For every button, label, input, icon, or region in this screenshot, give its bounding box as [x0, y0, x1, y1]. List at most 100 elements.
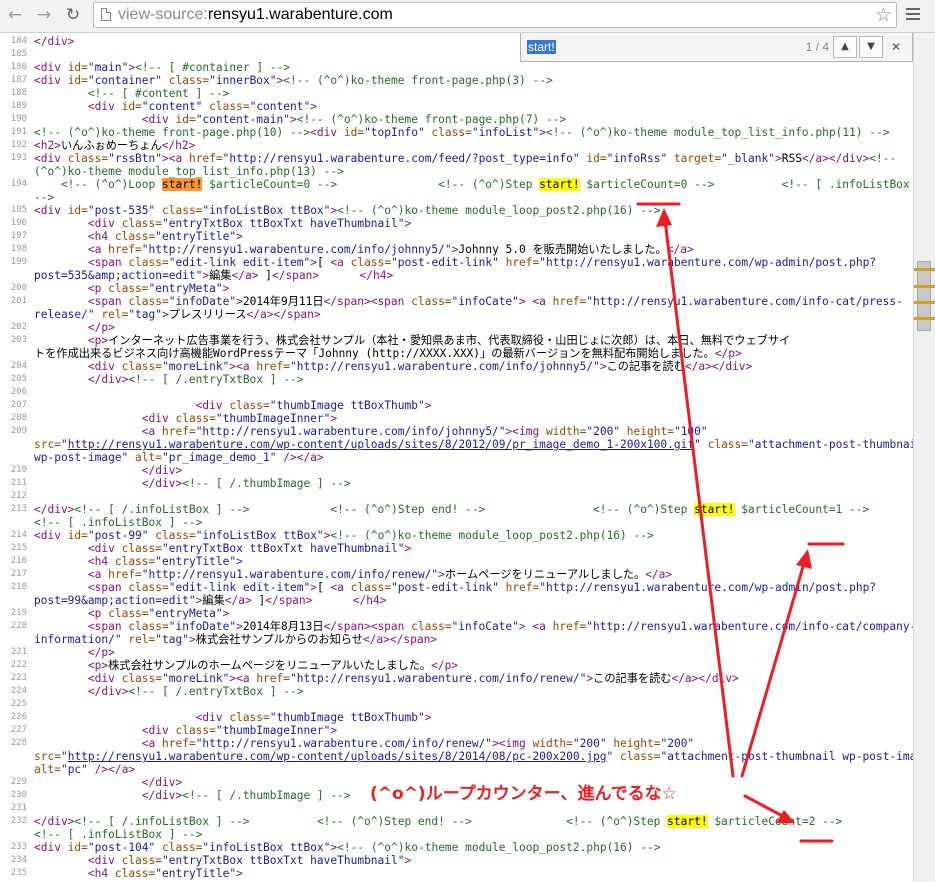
code-token: id= — [67, 74, 88, 87]
code-token: "topInfo" — [364, 126, 425, 139]
code-token: この記事を読む — [593, 672, 672, 685]
code-token: "attachment-post-thumbnail — [748, 438, 913, 451]
code-token: "pc" — [60, 763, 88, 776]
code-token: > — [330, 412, 338, 425]
code-token: "http://rensyu1.warabenture.com/feed/?po… — [222, 152, 580, 165]
code-token: href= — [498, 581, 540, 594]
code-token: > — [222, 607, 230, 620]
line-number: 227 — [10, 725, 27, 735]
code-token: "http://rensyu1.warabenture.com/info/ren… — [195, 737, 493, 750]
source-line: <a href="http://rensyu1.warabenture.com/… — [34, 243, 904, 256]
code-token: <div — [34, 61, 68, 74]
source-code-view[interactable]: 184 </div> 185 186 <div id="main"><!-- [ #co… — [0, 33, 913, 882]
line-number: 223 — [10, 673, 27, 683]
star-icon[interactable]: ☆ — [875, 3, 892, 27]
code-token: "infoList" — [471, 126, 540, 139]
line-number: 186 — [10, 62, 27, 72]
code-token: height= — [620, 425, 674, 438]
code-token: "200" — [572, 737, 607, 750]
source-line: post=99&amp;action=edit">編集</a> ]</span>… — [34, 594, 904, 607]
line-number: 214 — [10, 530, 27, 540]
code-token: rel= — [94, 308, 129, 321]
code-token: <p> — [87, 334, 109, 347]
code-token: "http://rensyu1.warabenture.com/info-cat… — [586, 620, 913, 633]
find-match-marker — [914, 268, 935, 271]
code-token[interactable]: http://rensyu1.warabenture.com/wp-conten… — [68, 750, 607, 763]
code-token: 編集 — [202, 594, 225, 607]
annotation-label: (^o^)ループカウンター、進んでるな☆ — [370, 784, 677, 804]
code-token: "infoListBox ttBox" — [195, 529, 324, 542]
line-number: 219 — [10, 608, 27, 618]
line-number: 200 — [10, 283, 27, 293]
reload-icon[interactable]: ↻ — [62, 4, 84, 26]
code-token: <!-- [ #container ] --> — [135, 61, 290, 74]
vertical-scrollbar[interactable] — [913, 33, 935, 882]
code-token: > <a — [518, 295, 553, 308]
code-token: class= — [613, 750, 661, 763]
code-token: "post-edit-link" — [391, 581, 499, 594]
source-line: src="http://rensyu1.warabenture.com/wp-c… — [34, 438, 913, 451]
code-token: <div — [141, 412, 176, 425]
source-line: </p> — [34, 646, 904, 659]
code-token: --> — [34, 191, 55, 204]
line-number: 190 — [10, 114, 27, 124]
code-token: <!-- [ /.thumbImage ] --> — [182, 789, 351, 802]
code-token: <!-- (^o^)Loop — [34, 178, 162, 191]
code-token: class= — [128, 295, 169, 308]
code-token: id= — [67, 841, 88, 854]
source-line: </div><!-- [ /.infoListBox ] --> <!-- (^… — [34, 503, 904, 516]
source-line: <span class="edit-link edit-item">[ <a c… — [34, 256, 904, 269]
code-token: </h2> — [161, 139, 196, 152]
code-token: いんふぉめーちょん — [60, 139, 162, 152]
forward-arrow-icon[interactable]: → — [33, 4, 55, 26]
code-token: class= — [155, 204, 203, 217]
code-token: </span> — [271, 269, 320, 282]
code-token[interactable]: http://rensyu1.warabenture.com/wp-conten… — [68, 438, 694, 451]
line-number: 220 — [10, 621, 27, 631]
code-token: post=535&amp;action=edit" — [34, 269, 203, 282]
code-token: <!-- (^o^)ko-theme module_loop_post2.php… — [337, 204, 661, 217]
code-token: $articleCount=0 --> <!-- (^o^)Step — [202, 178, 540, 191]
code-token: RSS — [781, 152, 802, 165]
code-token: href= — [256, 672, 290, 685]
code-token: class= — [424, 126, 472, 139]
code-token: </a> — [666, 243, 694, 256]
code-token: class= — [155, 841, 203, 854]
code-token: <span — [87, 256, 129, 269]
source-line: <div class="moreLink"><a href="http://re… — [34, 360, 904, 373]
code-token: "infoListBox ttBox" — [202, 204, 331, 217]
code-token: "content" — [141, 100, 203, 113]
menu-icon[interactable] — [906, 8, 920, 20]
code-token: class= — [114, 555, 156, 568]
code-token: "rssBtn" — [108, 152, 162, 165]
code-token: <!-- [ /.entryTxtBox ] --> — [128, 685, 304, 698]
source-line: wp-post-image" alt="pr_image_demo_1" /><… — [34, 451, 904, 464]
back-arrow-icon[interactable]: ← — [4, 4, 26, 26]
source-line: <div class="thumbImageInner"> — [34, 724, 904, 737]
line-number: 213 — [10, 504, 27, 514]
code-token: href= — [188, 152, 223, 165]
code-token: ><a — [229, 672, 257, 685]
line-number: 225 — [10, 699, 27, 709]
code-token: <!-- (^o^)ko-theme front-page.php(7) --> — [296, 113, 567, 126]
code-token: > — [310, 581, 317, 594]
code-token: href= — [552, 295, 587, 308]
code-token: 2014年9月11日 — [242, 295, 324, 308]
code-token: /></a> — [276, 451, 324, 464]
address-bar[interactable]: view-source:rensyu1.warabenture.com ☆ — [93, 2, 897, 28]
code-token: <div — [87, 360, 122, 373]
scrollbar-thumb[interactable] — [917, 261, 931, 331]
line-number: 185 — [10, 49, 27, 59]
source-line: <h4 class="entryTitle"> — [34, 230, 904, 243]
code-token: id= — [67, 529, 88, 542]
code-token: "innerBox" — [209, 74, 277, 87]
code-token: wp-post-image" — [34, 451, 129, 464]
code-token: <a — [87, 568, 109, 581]
code-token: class= — [202, 100, 250, 113]
url-text[interactable]: view-source:rensyu1.warabenture.com — [118, 6, 393, 24]
